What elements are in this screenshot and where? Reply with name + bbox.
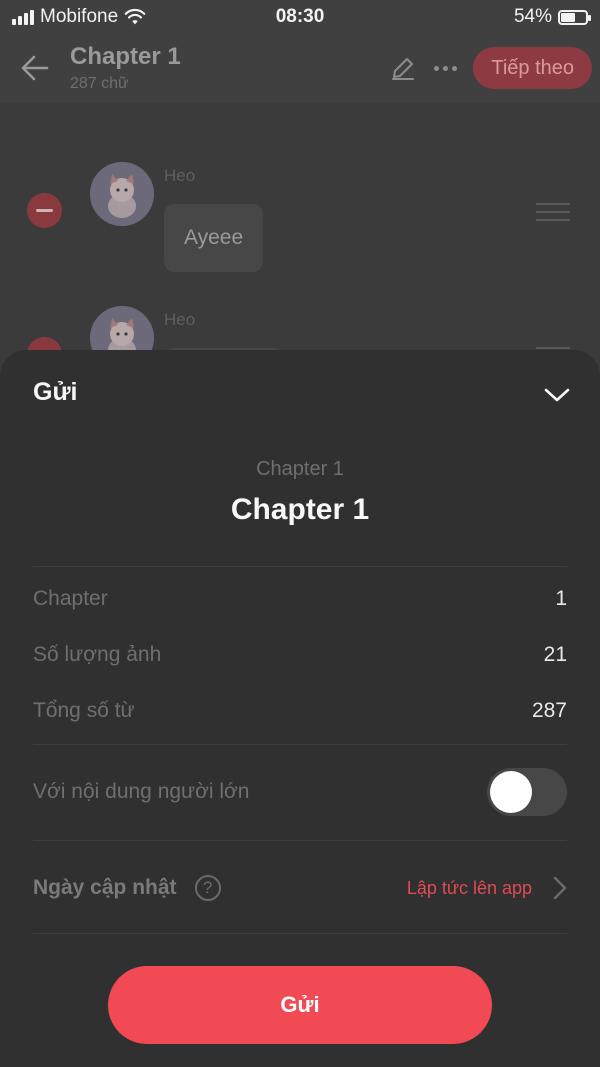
- info-label: Chapter: [33, 587, 108, 610]
- info-value: 1: [555, 587, 567, 610]
- info-value: 21: [543, 643, 567, 666]
- carrier-label: Mobifone: [40, 6, 119, 27]
- avatar: [90, 162, 154, 226]
- sender-name: Heo: [164, 166, 196, 185]
- info-label: Tổng số từ: [33, 699, 135, 722]
- divider: [33, 566, 567, 567]
- chapter-heading: Chapter 1: [230, 493, 370, 526]
- info-row-chapter: Chapter 1: [33, 579, 567, 619]
- chevron-right-icon: [550, 875, 570, 901]
- battery-percent: 54%: [513, 6, 552, 27]
- clock: 08:30: [275, 6, 325, 27]
- list-item: Heo Ayeee: [0, 156, 600, 296]
- word-count: 287 chữ: [70, 75, 129, 92]
- divider: [33, 933, 567, 934]
- signal-icon: [12, 9, 34, 25]
- sheet-title: Gửi: [33, 378, 78, 406]
- adult-content-row: Với nội dung người lớn: [33, 764, 567, 820]
- chapter-label: Chapter 1: [256, 458, 344, 480]
- info-row-image-count: Số lượng ảnh 21: [33, 635, 567, 675]
- divider: [33, 744, 567, 745]
- collapse-sheet-button[interactable]: [542, 380, 572, 410]
- chapter-title: Chapter 1: [70, 43, 181, 70]
- adult-content-label: Với nội dung người lớn: [33, 780, 250, 803]
- update-date-value: Lập tức lên app: [406, 877, 532, 898]
- edit-button[interactable]: [383, 48, 423, 88]
- status-bar: Mobifone 08:30 54%: [0, 0, 600, 34]
- info-value: 287: [531, 699, 567, 722]
- send-button[interactable]: Gửi: [108, 966, 492, 1044]
- divider: [33, 840, 567, 841]
- help-icon[interactable]: ?: [194, 875, 221, 901]
- pencil-icon: [392, 58, 415, 80]
- arrow-left-icon: [21, 55, 49, 81]
- sheet-header: Gửi: [0, 350, 600, 436]
- info-row-word-count: Tổng số từ 287: [33, 691, 567, 731]
- wifi-icon: [124, 8, 146, 25]
- info-label: Số lượng ảnh: [33, 643, 162, 666]
- top-bar: Chapter 1 287 chữ Tiếp theo: [0, 34, 600, 102]
- update-date-label: Ngày cập nhật: [33, 876, 177, 899]
- remove-message-button[interactable]: [27, 193, 62, 228]
- send-bottom-sheet: Gửi Chapter 1 Chapter 1 Chapter 1 Số lượ…: [0, 350, 600, 1067]
- more-options-button[interactable]: [423, 48, 467, 88]
- update-date-row[interactable]: Ngày cập nhật ? Lập tức lên app: [33, 866, 570, 910]
- battery-icon: [558, 9, 591, 25]
- chevron-down-icon: [544, 388, 570, 402]
- back-button[interactable]: [0, 34, 70, 102]
- drag-handle[interactable]: [536, 203, 570, 221]
- message-bubble[interactable]: Ayeee: [164, 204, 264, 272]
- adult-content-toggle[interactable]: [487, 768, 567, 816]
- next-button[interactable]: Tiếp theo: [473, 47, 592, 89]
- sender-name: Heo: [164, 310, 196, 329]
